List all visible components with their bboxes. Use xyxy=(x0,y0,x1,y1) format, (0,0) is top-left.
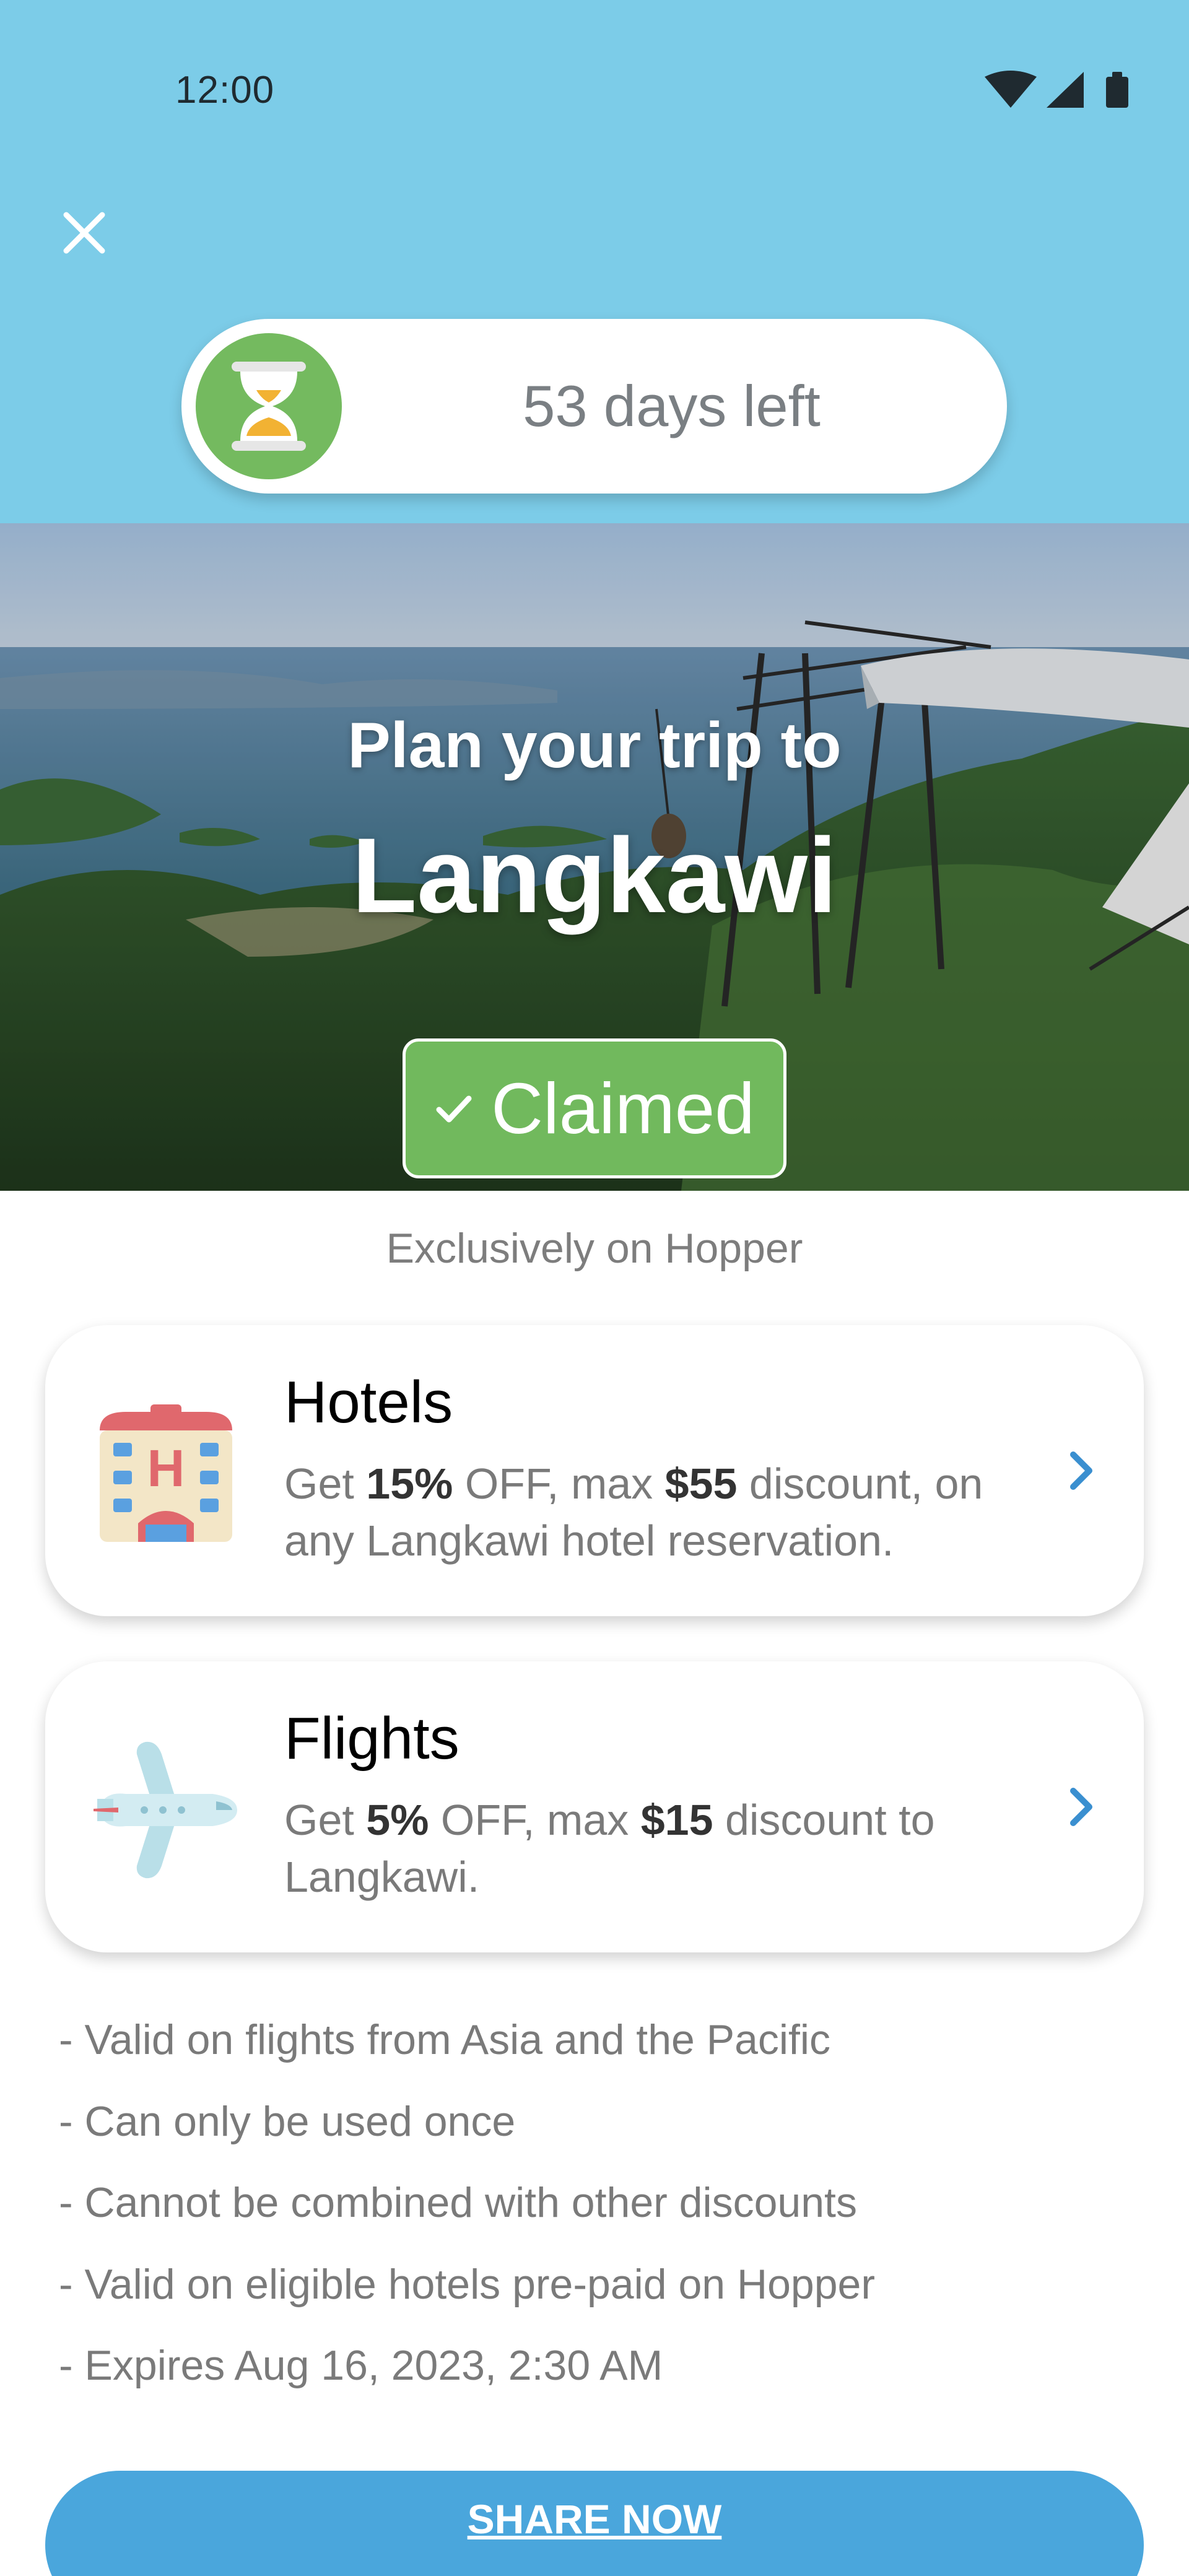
svg-text:H: H xyxy=(147,1439,185,1497)
status-icons xyxy=(985,71,1128,108)
hero-banner: Plan your trip to Langkawi Claimed xyxy=(0,523,1189,1191)
signal-icon xyxy=(1047,72,1084,108)
close-icon[interactable] xyxy=(59,207,110,258)
share-now-button[interactable]: SHARE NOW xyxy=(45,2471,1144,2576)
hotels-description: Get 15% OFF, max $55 discount, on any La… xyxy=(284,1460,983,1565)
destination-title: Langkawi xyxy=(352,816,837,935)
claimed-label: Claimed xyxy=(491,1068,755,1149)
terms-list: - Valid on flights from Asia and the Pac… xyxy=(59,2008,875,2415)
flights-percent: 5% xyxy=(366,1796,429,1844)
hotels-title: Hotels xyxy=(284,1369,453,1435)
status-time: 12:00 xyxy=(175,69,275,111)
term-item: - Cannot be combined with other discount… xyxy=(59,2179,857,2226)
hourglass-icon xyxy=(232,362,306,451)
check-icon xyxy=(436,1095,472,1123)
airplane-icon xyxy=(94,1741,237,1879)
hotels-offer-card[interactable]: H Hotels Get 15% OFF, max $55 discount, … xyxy=(45,1325,1144,1616)
battery-icon xyxy=(1106,72,1128,108)
hotels-max-amount: $55 xyxy=(664,1460,738,1508)
hero-title: Plan your trip to xyxy=(347,710,842,781)
term-item: - Valid on eligible hotels pre-paid on H… xyxy=(59,2260,875,2308)
exclusive-text: Exclusively on Hopper xyxy=(386,1225,803,1272)
hotel-icon: H xyxy=(100,1404,232,1542)
share-now-label: SHARE NOW xyxy=(467,2496,722,2542)
chevron-right-icon xyxy=(1070,1788,1092,1826)
countdown-pill: 53 days left xyxy=(181,319,1007,494)
flights-title: Flights xyxy=(284,1705,459,1772)
flights-offer-card[interactable]: Flights Get 5% OFF, max $15 discount to … xyxy=(45,1661,1144,1952)
countdown-text: 53 days left xyxy=(523,373,821,438)
term-item: - Expires Aug 16, 2023, 2:30 AM xyxy=(59,2342,663,2389)
header: 12:00 53 days left xyxy=(0,0,1189,523)
term-item: - Can only be used once xyxy=(59,2097,516,2145)
wifi-icon xyxy=(985,71,1037,108)
term-item: - Valid on flights from Asia and the Pac… xyxy=(59,2016,831,2063)
claimed-button[interactable]: Claimed xyxy=(403,1038,786,1178)
flights-max-amount: $15 xyxy=(640,1796,713,1844)
hotels-percent: 15% xyxy=(366,1460,453,1508)
timer-circle xyxy=(196,333,342,479)
chevron-right-icon xyxy=(1070,1451,1092,1490)
flights-description: Get 5% OFF, max $15 discount to Langkawi… xyxy=(284,1796,935,1901)
